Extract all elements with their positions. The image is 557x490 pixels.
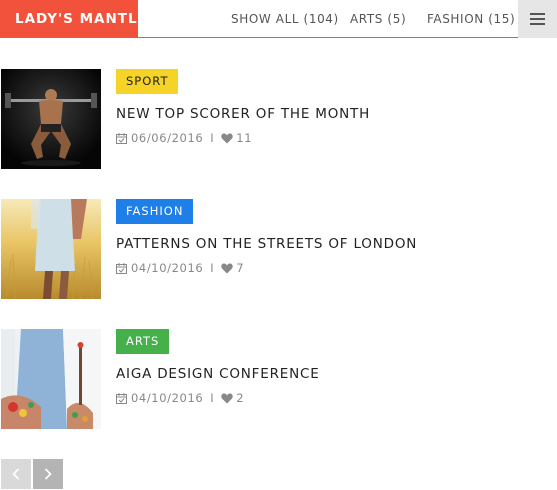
post-date: 04/10/2016 — [131, 391, 204, 405]
heart-icon[interactable] — [221, 133, 234, 144]
post-title[interactable]: NEW TOP SCORER OF THE MONTH — [116, 106, 370, 122]
post-item: FASHION PATTERNS ON THE STREETS OF LONDO… — [0, 199, 557, 299]
like-count: 7 — [236, 261, 245, 275]
post-thumbnail-fashion[interactable] — [1, 199, 101, 299]
post-meta: 04/10/2016 I 7 — [116, 261, 244, 275]
meta-separator: I — [210, 391, 215, 405]
post-date: 04/10/2016 — [131, 261, 204, 275]
category-tag-arts[interactable]: ARTS — [116, 329, 170, 354]
previous-page-button[interactable] — [1, 459, 31, 489]
post-item: ARTS AIGA DESIGN CONFERENCE 04/10/2016 I… — [0, 329, 557, 429]
category-tag-sport[interactable]: SPORT — [116, 69, 179, 94]
post-date: 06/06/2016 — [131, 131, 204, 145]
calendar-icon — [116, 132, 127, 144]
meta-separator: I — [210, 131, 215, 145]
like-count: 2 — [236, 391, 245, 405]
brand-logo[interactable]: LADY'S MANTLE — [0, 0, 147, 38]
top-navigation-bar: LADY'S MANTLE SHOW ALL (104) ARTS (5) FA… — [0, 0, 557, 38]
post-item: SPORT NEW TOP SCORER OF THE MONTH 06/06/… — [0, 69, 557, 169]
like-count: 11 — [236, 131, 253, 145]
filter-fashion[interactable]: FASHION (15) — [427, 0, 515, 38]
post-title[interactable]: PATTERNS ON THE STREETS OF LONDON — [116, 236, 417, 252]
category-tag-fashion[interactable]: FASHION — [116, 199, 194, 224]
post-meta: 06/06/2016 I 11 — [116, 131, 252, 145]
post-meta: 04/10/2016 I 2 — [116, 391, 244, 405]
filter-show-all[interactable]: SHOW ALL (104) — [231, 0, 339, 38]
calendar-icon — [116, 392, 127, 404]
chevron-left-icon — [12, 465, 20, 484]
heart-icon[interactable] — [221, 263, 234, 274]
filter-arts[interactable]: ARTS (5) — [350, 0, 406, 38]
next-page-button[interactable] — [33, 459, 63, 489]
post-thumbnail-arts[interactable] — [1, 329, 101, 429]
calendar-icon — [116, 262, 127, 274]
post-thumbnail-weightlifter[interactable] — [1, 69, 101, 169]
hamburger-menu-icon[interactable] — [518, 0, 557, 38]
heart-icon[interactable] — [221, 393, 234, 404]
meta-separator: I — [210, 261, 215, 275]
chevron-right-icon — [44, 465, 52, 484]
post-title[interactable]: AIGA DESIGN CONFERENCE — [116, 366, 320, 382]
